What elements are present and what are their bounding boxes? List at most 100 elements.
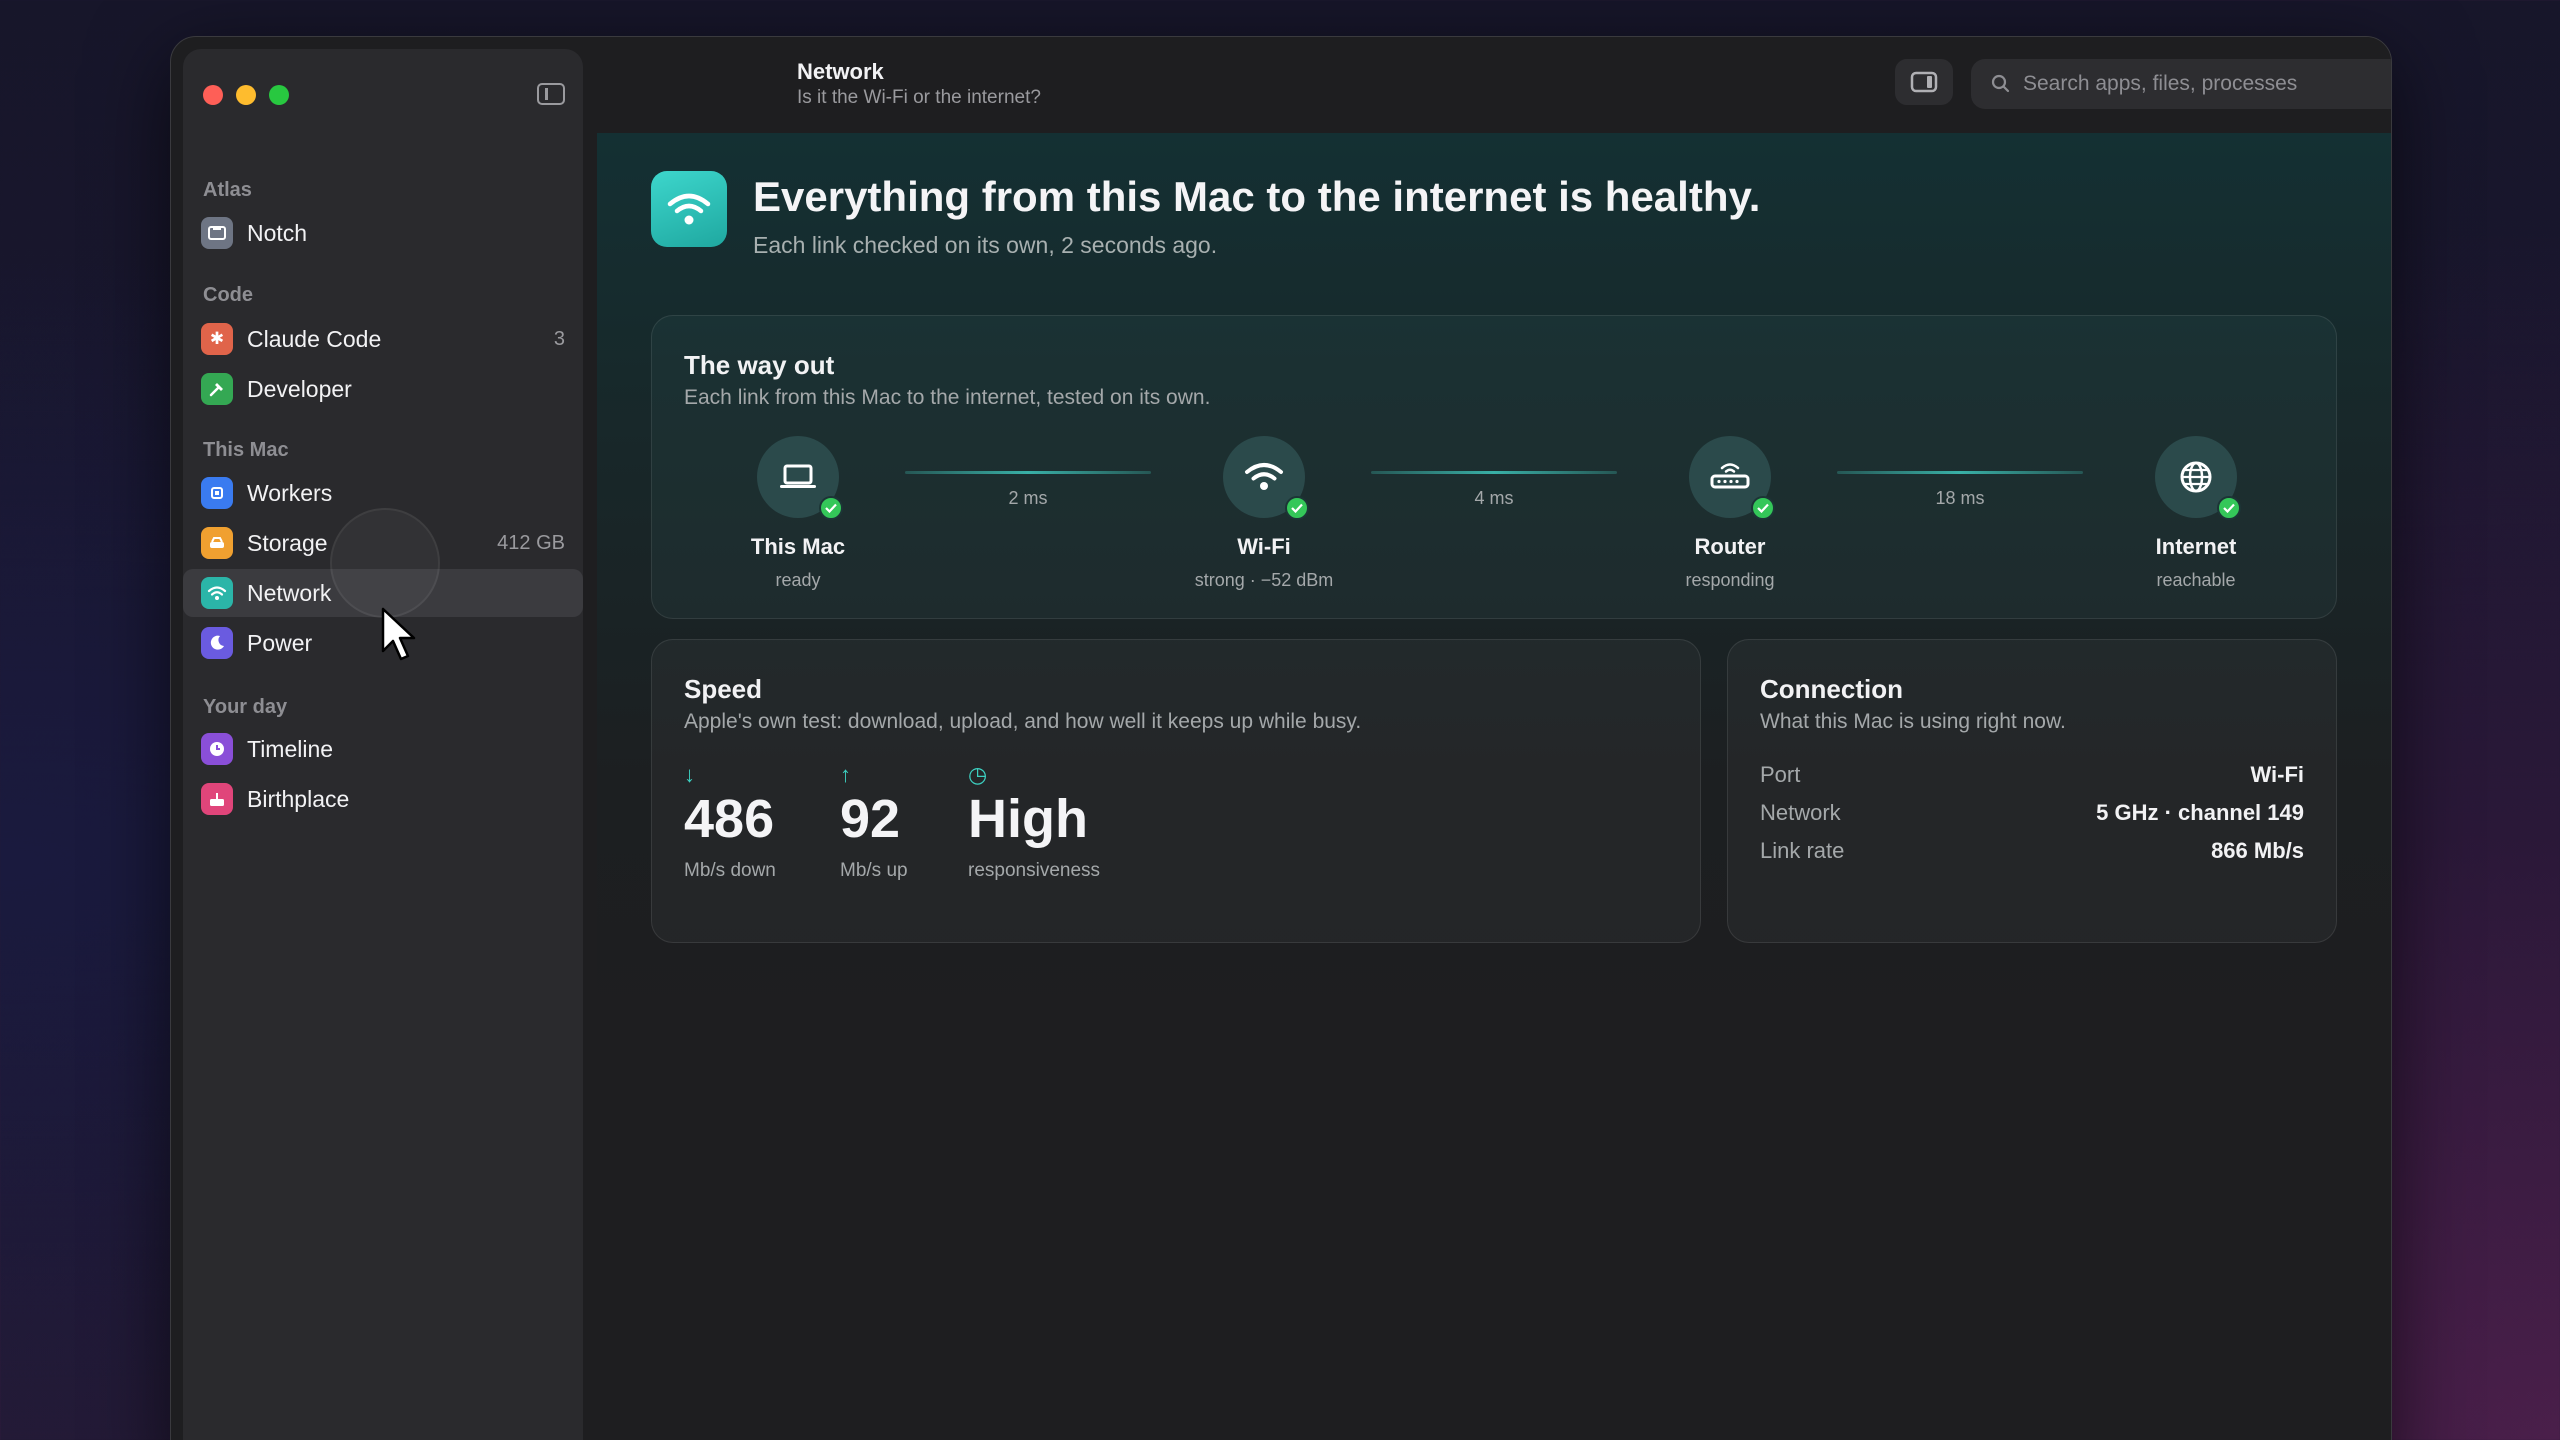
sidebar-item-label: Claude Code: [247, 325, 382, 352]
hero-wifi-icon: [651, 171, 727, 247]
storage-size-badge: 412 GB: [497, 531, 565, 554]
sidebar-item-label: Storage: [247, 529, 328, 556]
hero-title: Everything from this Mac to the internet…: [753, 173, 1761, 220]
connection-row-link-rate: Link rate 866 Mb/s: [1760, 838, 2304, 864]
check-icon: [819, 496, 843, 520]
notch-icon: [201, 217, 233, 249]
sidebar-right-icon: [1910, 71, 1938, 93]
cpu-icon: [201, 477, 233, 509]
check-icon: [1285, 496, 1309, 520]
sidebar-item-birthplace[interactable]: Birthplace: [183, 775, 583, 823]
sidebar-section-code: Code: [203, 284, 253, 306]
way-out-card: The way out Each link from this Mac to t…: [651, 315, 2337, 619]
search-input[interactable]: [2023, 72, 2391, 96]
card-title: Connection: [1760, 674, 1903, 704]
link-latency: 2 ms: [1008, 488, 1048, 508]
sidebar-section-this-mac: This Mac: [203, 439, 289, 461]
row-key: Link rate: [1760, 838, 1845, 863]
metric-upload: ↑ 92 Mb/s up: [840, 762, 908, 882]
sidebar-section-atlas: Atlas: [203, 179, 252, 201]
close-window-button[interactable]: [203, 85, 223, 105]
app-window: Atlas Notch Code ✱ Claude Code 3 Develop…: [170, 36, 2392, 1440]
hammer-icon: [201, 373, 233, 405]
globe-icon: [2180, 461, 2212, 493]
link-latency: 4 ms: [1474, 488, 1514, 508]
link-line: [1371, 471, 1617, 474]
path-node-wifi: Wi-Fi strong · −52 dBm: [1164, 436, 1364, 591]
node-name: Wi-Fi: [1237, 534, 1291, 559]
card-subtitle: What this Mac is using right now.: [1760, 710, 2066, 733]
path-node-internet: Internet reachable: [2096, 436, 2296, 591]
search-field[interactable]: [1971, 59, 2391, 109]
sidebar: Atlas Notch Code ✱ Claude Code 3 Develop…: [183, 49, 583, 1440]
minimize-window-button[interactable]: [236, 85, 256, 105]
sidebar-toggle-icon[interactable]: [537, 83, 565, 105]
sidebar-item-timeline[interactable]: Timeline: [183, 725, 583, 773]
metric-value: High: [968, 789, 1088, 849]
window-controls: [203, 85, 289, 105]
metric-unit: Mb/s up: [840, 860, 908, 881]
sidebar-item-notch[interactable]: Notch: [183, 209, 583, 257]
page-title: Network: [797, 59, 884, 84]
search-icon: [1991, 74, 2010, 93]
inspector-toggle-button[interactable]: [1895, 59, 1953, 105]
asterisk-icon: ✱: [201, 323, 233, 355]
router-icon: [1710, 463, 1750, 489]
check-icon: [1751, 496, 1775, 520]
sidebar-item-developer[interactable]: Developer: [183, 365, 583, 413]
connection-row-port: Port Wi-Fi: [1760, 762, 2304, 788]
connection-row-network: Network 5 GHz · channel 149: [1760, 800, 2304, 826]
gauge-icon: ◷: [968, 762, 988, 787]
sidebar-item-claude-code[interactable]: ✱ Claude Code 3: [183, 315, 583, 363]
hero-subtitle: Each link checked on its own, 2 seconds …: [753, 232, 1218, 258]
row-value: Wi-Fi: [2250, 762, 2304, 787]
node-name: This Mac: [750, 534, 846, 559]
node-status: strong · −52 dBm: [1194, 570, 1334, 590]
row-value: 866 Mb/s: [2211, 838, 2304, 863]
link-latency: 18 ms: [1935, 488, 1985, 508]
sidebar-item-label: Workers: [247, 479, 333, 506]
path-node-router: Router responding: [1630, 436, 1830, 591]
cake-icon: [201, 783, 233, 815]
metric-value: 486: [684, 789, 775, 849]
metric-responsiveness: ◷ High responsiveness: [968, 762, 1100, 882]
sidebar-item-label: Birthplace: [247, 785, 350, 812]
card-subtitle: Each link from this Mac to the internet,…: [684, 386, 1211, 409]
row-key: Port: [1760, 762, 1801, 787]
clock-icon: [201, 733, 233, 765]
card-subtitle: Apple's own test: download, upload, and …: [684, 710, 1362, 733]
connection-card: Connection What this Mac is using right …: [1727, 639, 2337, 943]
toolbar: Network Is it the Wi-Fi or the internet?: [597, 37, 2391, 133]
node-name: Router: [1694, 534, 1766, 559]
node-status: responding: [1685, 570, 1775, 590]
node-name: Internet: [2155, 534, 2237, 559]
sidebar-item-label: Power: [247, 629, 313, 656]
card-title: Speed: [684, 674, 763, 704]
row-value: 5 GHz · channel 149: [2096, 800, 2304, 825]
sidebar-item-label: Notch: [247, 219, 308, 246]
metric-unit: Mb/s down: [684, 860, 776, 881]
link-line: [1837, 471, 2083, 474]
drive-icon: [201, 527, 233, 559]
wifi-icon: [1245, 463, 1283, 490]
zoom-window-button[interactable]: [269, 85, 289, 105]
arrow-down-icon: ↓: [684, 762, 695, 787]
sidebar-item-label: Developer: [247, 375, 352, 402]
metric-value: 92: [840, 789, 901, 849]
check-icon: [2217, 496, 2241, 520]
metric-unit: responsiveness: [968, 860, 1101, 881]
speed-card: Speed Apple's own test: download, upload…: [651, 639, 1701, 943]
path-node-this-mac: This Mac ready: [698, 436, 898, 591]
count-badge: 3: [553, 327, 565, 350]
click-ripple: [330, 508, 440, 618]
page-subtitle: Is it the Wi-Fi or the internet?: [797, 87, 1041, 108]
sidebar-item-label: Network: [247, 579, 332, 606]
card-title: The way out: [684, 350, 835, 380]
sidebar-item-label: Timeline: [247, 735, 334, 762]
moon-icon: [201, 627, 233, 659]
wifi-icon: [201, 577, 233, 609]
link-line: [905, 471, 1151, 474]
row-key: Network: [1760, 800, 1841, 825]
node-status: reachable: [2156, 570, 2236, 590]
arrow-up-icon: ↑: [840, 762, 851, 787]
